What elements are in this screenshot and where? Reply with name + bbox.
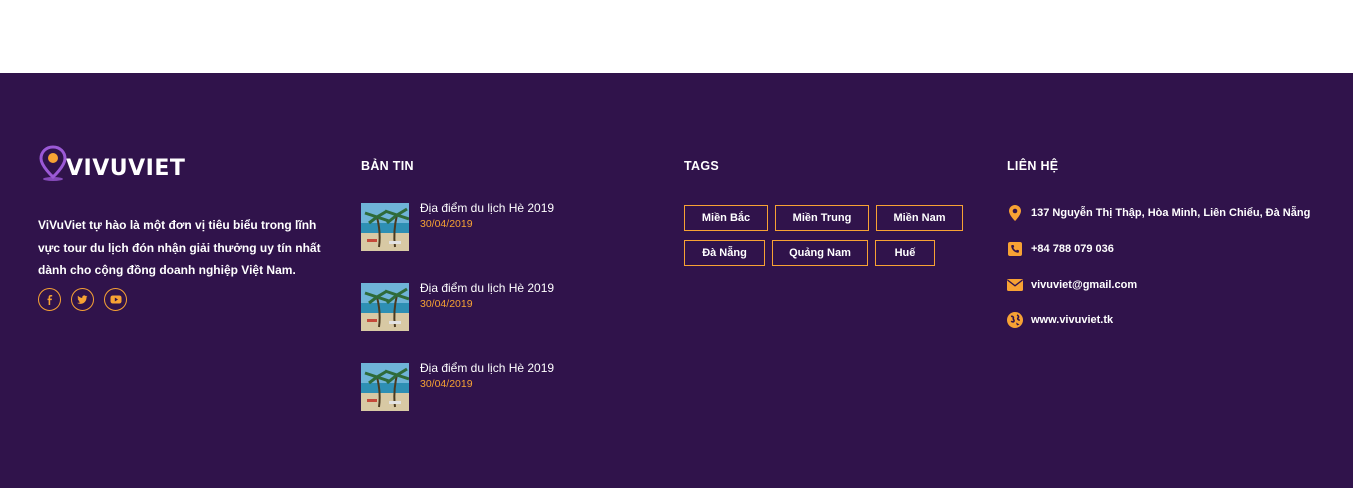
logo-text: VIVUVIET [66,156,186,181]
logo[interactable]: VIVUVIET [38,142,185,182]
news-date: 30/04/2019 [420,218,473,230]
contact-address: 137 Nguyễn Thị Thập, Hòa Minh, Liên Chiể… [1007,203,1310,223]
news-title[interactable]: Địa điểm du lịch Hè 2019 [420,201,554,215]
page-top-blank [0,0,1353,73]
social-links [38,288,127,311]
beach-thumbnail-image [361,363,409,411]
contact-email-text[interactable]: vivuviet@gmail.com [1031,279,1137,291]
twitter-button[interactable] [71,288,94,311]
news-item[interactable]: Địa điểm du lịch Hè 2019 30/04/2019 [361,281,661,331]
facebook-button[interactable] [38,288,61,311]
site-footer: VIVUVIET ViVuViet tự hào là một đơn vị t… [0,73,1353,488]
phone-icon [1007,241,1023,257]
news-title[interactable]: Địa điểm du lịch Hè 2019 [420,281,554,295]
tag-mien-nam[interactable]: Miền Nam [876,205,963,231]
beach-thumbnail-image [361,283,409,331]
contact-website[interactable]: www.vivuviet.tk [1007,310,1113,330]
map-pin-logo-icon [38,144,68,182]
youtube-icon [110,295,121,304]
news-heading: BẢN TIN [361,159,414,173]
contact-phone[interactable]: +84 788 079 036 [1007,239,1114,259]
beach-thumbnail-image [361,203,409,251]
youtube-button[interactable] [104,288,127,311]
contact-email[interactable]: vivuviet@gmail.com [1007,275,1137,295]
news-date: 30/04/2019 [420,298,473,310]
tag-da-nang[interactable]: Đà Nẵng [684,240,765,266]
about-text: ViVuViet tự hào là một đơn vị tiêu biểu … [38,218,321,277]
news-item[interactable]: Địa điểm du lịch Hè 2019 30/04/2019 [361,361,661,411]
facebook-icon [47,294,52,305]
envelope-icon [1007,277,1023,293]
contact-phone-text[interactable]: +84 788 079 036 [1031,243,1114,255]
contact-address-text: 137 Nguyễn Thị Thập, Hòa Minh, Liên Chiể… [1031,207,1311,219]
tag-mien-bac[interactable]: Miền Bắc [684,205,768,231]
news-item[interactable]: Địa điểm du lịch Hè 2019 30/04/2019 [361,201,661,251]
tag-hue[interactable]: Huế [875,240,935,266]
tag-mien-trung[interactable]: Miền Trung [775,205,869,231]
tags-heading: TAGS [684,159,719,173]
twitter-icon [77,294,88,304]
map-marker-icon [1007,205,1023,221]
tag-quang-nam[interactable]: Quảng Nam [772,240,868,266]
contact-website-text[interactable]: www.vivuviet.tk [1031,314,1113,326]
news-date: 30/04/2019 [420,378,473,390]
globe-icon [1007,312,1023,328]
contact-heading: LIÊN HỆ [1007,159,1059,173]
news-title[interactable]: Địa điểm du lịch Hè 2019 [420,361,554,375]
